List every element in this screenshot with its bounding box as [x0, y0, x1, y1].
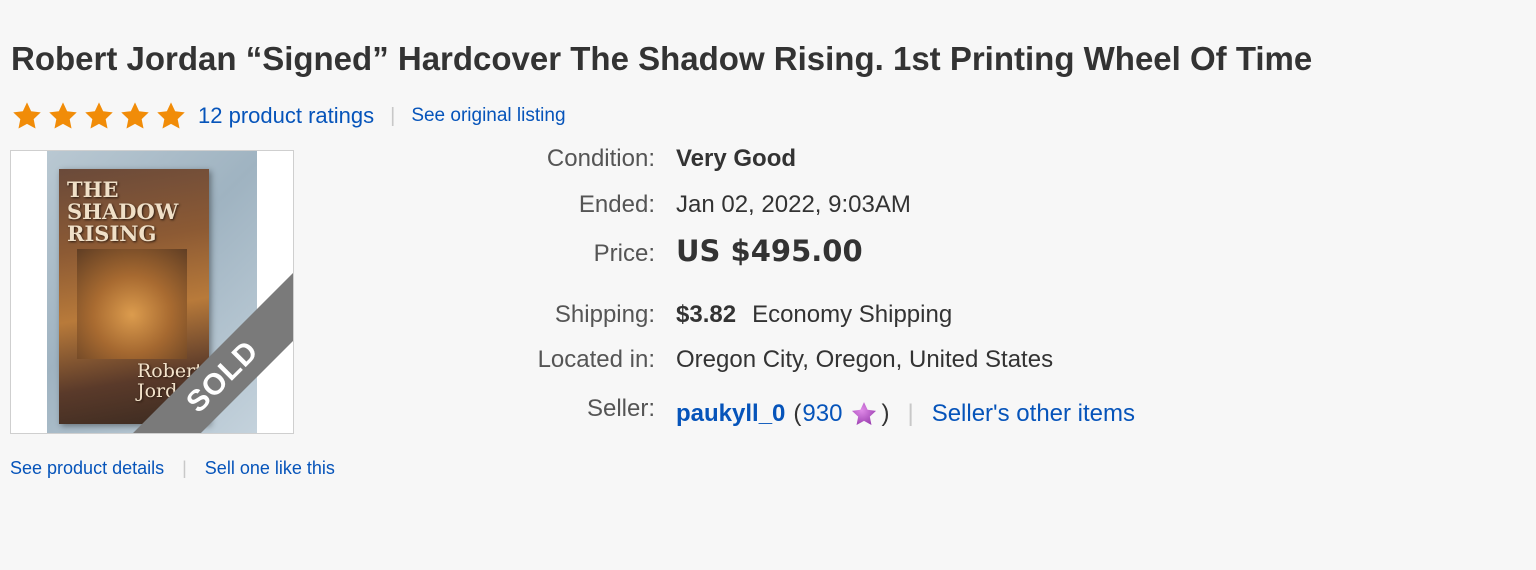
- see-original-listing-link[interactable]: See original listing: [411, 105, 565, 127]
- feedback-score-link[interactable]: 930: [802, 400, 842, 428]
- ended-label: Ended:: [578, 191, 655, 218]
- cover-title-line: THE SHADOW: [67, 177, 179, 224]
- condition-row: Condition: Very Good: [470, 145, 1230, 173]
- divider: |: [182, 458, 187, 478]
- seller-row: Seller: paukyll_0 ( 930 ) | Seller's oth…: [470, 395, 1230, 427]
- shipping-value: $3.82 Economy Shipping: [676, 301, 952, 329]
- seller-value: paukyll_0 ( 930 ) | Seller's other items: [676, 400, 1135, 428]
- ratings-row: 12 product ratings | See original listin…: [11, 98, 566, 134]
- cover-artwork: [77, 249, 187, 359]
- condition-value: Very Good: [676, 145, 797, 172]
- listing-page: Robert Jordan “Signed” Hardcover The Sha…: [0, 0, 1536, 570]
- price-value: US $495.00: [676, 234, 863, 268]
- divider: |: [907, 400, 914, 427]
- divider: |: [390, 104, 396, 127]
- sellers-other-items-link[interactable]: Seller's other items: [932, 400, 1135, 428]
- see-product-details-link[interactable]: See product details: [10, 458, 164, 479]
- located-value: Oregon City, Oregon, United States: [676, 346, 1054, 373]
- shipping-row: Shipping: $3.82 Economy Shipping: [470, 301, 1230, 329]
- ended-row: Ended: Jan 02, 2022, 9:03AM: [470, 191, 1230, 219]
- shipping-label: Shipping:: [554, 301, 655, 328]
- seller-feedback: ( 930 ): [793, 400, 889, 428]
- seller-name-link[interactable]: paukyll_0: [676, 400, 785, 428]
- ended-date: Jan 02, 2022: [676, 191, 815, 218]
- star-icon: [155, 100, 187, 132]
- feedback-open-paren: (: [793, 400, 802, 427]
- price-label: Price:: [593, 240, 655, 267]
- cover-title: THE SHADOW RISING: [67, 179, 209, 245]
- ended-value: Jan 02, 2022, 9:03AM: [676, 191, 911, 219]
- shipping-cost: $3.82: [676, 301, 737, 328]
- cover-title-line: RISING: [67, 221, 157, 246]
- star-icon: [47, 100, 79, 132]
- sell-one-like-this-link[interactable]: Sell one like this: [205, 458, 335, 479]
- star-icon: [11, 100, 43, 132]
- feedback-close-paren: ): [881, 400, 890, 427]
- condition-label: Condition:: [546, 145, 655, 172]
- star-rating[interactable]: [11, 100, 191, 132]
- price-row: Price: US $495.00: [470, 234, 1230, 268]
- listing-title: Robert Jordan “Signed” Hardcover The Sha…: [11, 40, 1313, 77]
- seller-label: Seller:: [586, 395, 655, 422]
- location-row: Located in: Oregon City, Oregon, United …: [470, 346, 1230, 374]
- ended-time: , 9:03AM: [814, 191, 911, 218]
- located-label: Located in:: [537, 346, 655, 373]
- product-ratings-link[interactable]: 12 product ratings: [198, 103, 374, 129]
- product-image[interactable]: THE SHADOW RISING Robert Jorda SOLD: [10, 150, 294, 434]
- shipping-method: Economy Shipping: [752, 301, 953, 328]
- star-icon: [119, 100, 151, 132]
- image-links: See product details | Sell one like this: [10, 458, 335, 479]
- star-icon: [83, 100, 115, 132]
- purple-star-icon[interactable]: [850, 400, 878, 428]
